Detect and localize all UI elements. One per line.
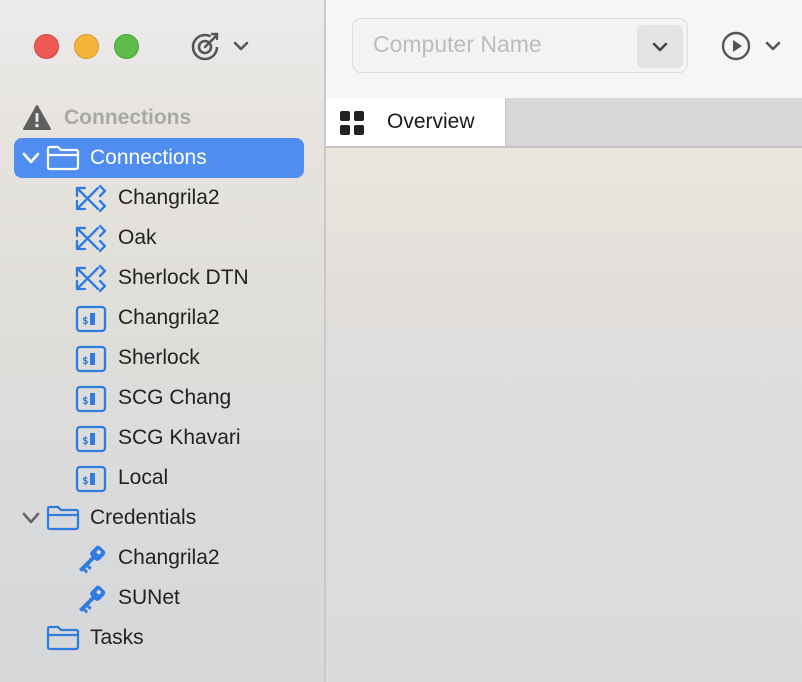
sidebar-group-tasks[interactable]: Tasks — [14, 618, 304, 658]
grid-icon — [340, 111, 364, 135]
run-menu-button[interactable] — [720, 28, 786, 64]
svg-text:$: $ — [82, 394, 89, 407]
sidebar-item-label: SUNet — [118, 586, 180, 609]
toolbar: Computer Name — [326, 0, 802, 98]
sidebar-item-label: SCG Chang — [118, 386, 232, 409]
zoom-window-button[interactable] — [114, 34, 139, 59]
sidebar: Connections Connections Changrila2 Oak S… — [0, 0, 325, 682]
sidebar-group-label: Credentials — [90, 506, 197, 529]
chevron-down-icon[interactable] — [22, 150, 40, 166]
computer-name-combobox[interactable]: Computer Name — [352, 18, 688, 73]
svg-text:$: $ — [82, 314, 89, 327]
sidebar-group-label: Tasks — [90, 626, 144, 649]
sidebar-group-label: Connections — [90, 146, 207, 169]
sidebar-item-oak[interactable]: Oak — [14, 218, 304, 258]
terminal-icon: $ — [75, 385, 107, 413]
sidebar-item-scg-khavari[interactable]: $ SCG Khavari — [14, 418, 304, 458]
folder-icon — [46, 625, 80, 651]
sidebar-group-connections[interactable]: Connections — [14, 138, 304, 178]
play-icon — [721, 31, 751, 61]
sidebar-item-label: Changrila2 — [118, 186, 220, 209]
sidebar-item-label: Sherlock DTN — [118, 266, 249, 289]
sidebar-item-sherlock-dtn[interactable]: Sherlock DTN — [14, 258, 304, 298]
svg-text:$: $ — [82, 354, 89, 367]
overview-content-area — [326, 148, 802, 682]
target-arrow-icon — [191, 32, 219, 61]
transfer-icon — [75, 184, 107, 213]
svg-text:$: $ — [82, 434, 89, 447]
sidebar-item-label: Changrila2 — [118, 306, 220, 329]
close-window-button[interactable] — [34, 34, 59, 59]
computer-name-placeholder: Computer Name — [373, 31, 542, 57]
transfer-icon — [75, 264, 107, 293]
sidebar-item-label: SCG Khavari — [118, 426, 241, 449]
sidebar-item-changrila2-credential[interactable]: Changrila2 — [14, 538, 304, 578]
terminal-icon: $ — [75, 345, 107, 373]
sidebar-item-changrila2-terminal[interactable]: $ Changrila2 — [14, 298, 304, 338]
activity-menu-button[interactable] — [188, 28, 254, 64]
tab-overview[interactable]: Overview — [326, 98, 506, 146]
sidebar-section-title: Connections — [64, 106, 192, 129]
svg-text:$: $ — [82, 474, 89, 487]
chevron-down-icon — [652, 42, 668, 51]
minimize-window-button[interactable] — [74, 34, 99, 59]
sidebar-item-sherlock[interactable]: $ Sherlock — [14, 338, 304, 378]
chevron-down-icon — [765, 41, 781, 51]
sidebar-section-header: Connections — [22, 102, 302, 134]
folder-icon — [46, 505, 80, 531]
chevron-down-icon — [233, 41, 249, 51]
tab-bar: Overview — [326, 98, 802, 148]
sidebar-group-credentials[interactable]: Credentials — [14, 498, 304, 538]
sidebar-item-local[interactable]: $ Local — [14, 458, 304, 498]
chevron-down-icon[interactable] — [22, 510, 40, 526]
sidebar-item-sunet[interactable]: SUNet — [14, 578, 304, 618]
tab-label: Overview — [387, 110, 475, 133]
key-icon — [78, 545, 106, 574]
sidebar-item-label: Local — [118, 466, 169, 489]
folder-icon — [46, 145, 80, 171]
sidebar-item-label: Changrila2 — [118, 546, 220, 569]
sidebar-item-scg-chang[interactable]: $ SCG Chang — [14, 378, 304, 418]
transfer-icon — [75, 224, 107, 253]
sidebar-item-label: Oak — [118, 226, 157, 249]
terminal-icon: $ — [75, 425, 107, 453]
sidebar-item-label: Sherlock — [118, 346, 200, 369]
computer-name-dropdown-button[interactable] — [637, 25, 683, 68]
terminal-icon: $ — [75, 305, 107, 333]
key-icon — [78, 585, 106, 614]
terminal-icon: $ — [75, 465, 107, 493]
sidebar-item-changrila2-transfer[interactable]: Changrila2 — [14, 178, 304, 218]
warning-icon — [23, 105, 51, 130]
